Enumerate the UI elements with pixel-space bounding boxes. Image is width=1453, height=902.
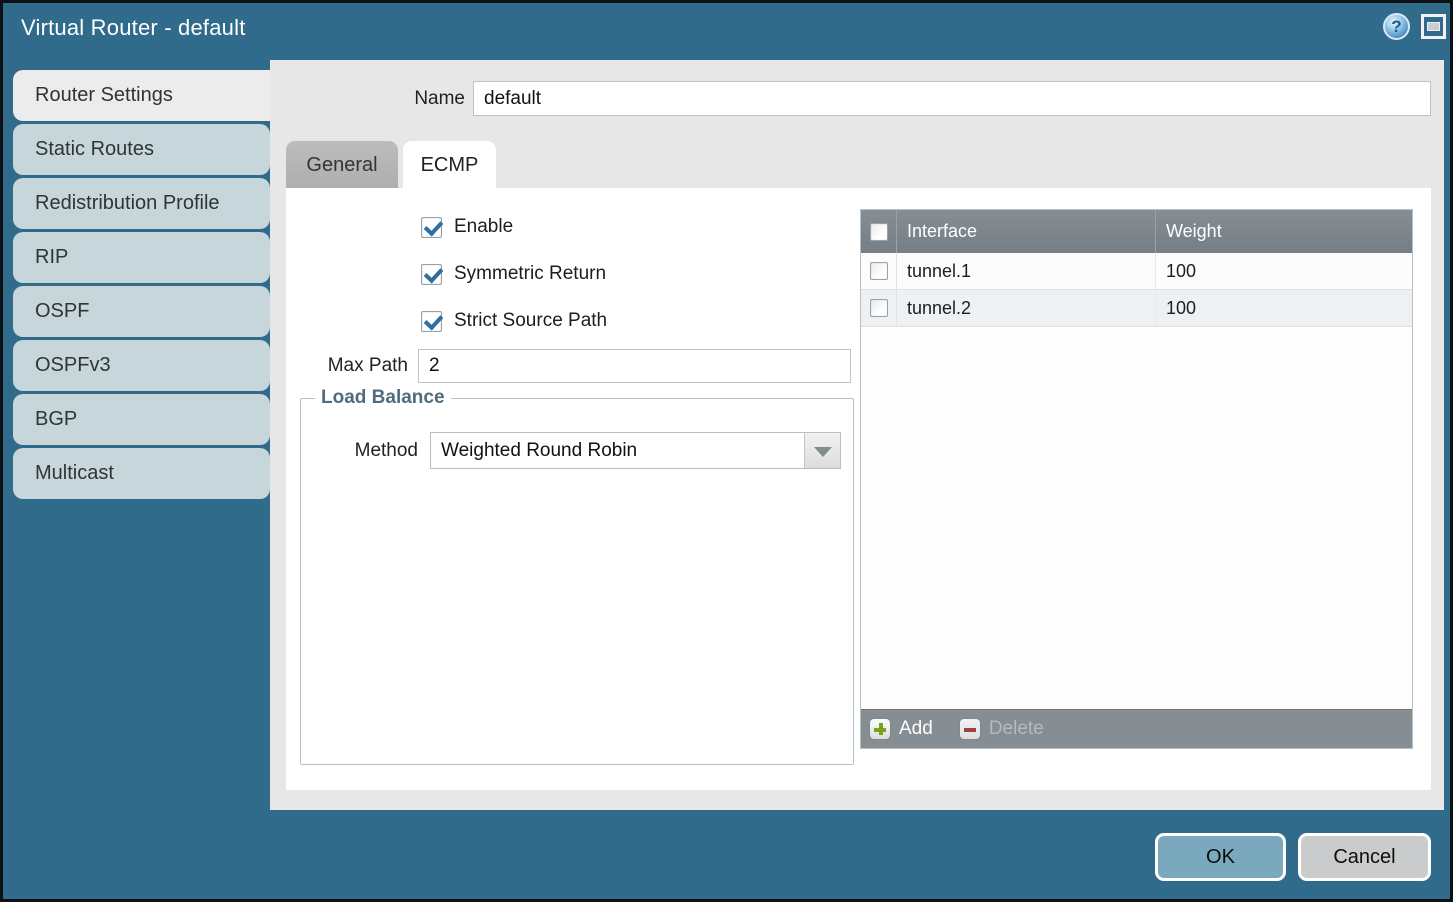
cancel-button[interactable]: Cancel [1298, 833, 1431, 881]
sidebar-item-redistribution-profile[interactable]: Redistribution Profile [13, 178, 270, 229]
row-cell-select [861, 290, 897, 326]
load-balance-legend: Load Balance [315, 387, 451, 409]
sidebar-item-label: Redistribution Profile [35, 192, 220, 215]
sidebar-item-multicast[interactable]: Multicast [13, 448, 270, 499]
row-checkbox[interactable] [870, 299, 888, 317]
row-cell-weight: 100 [1156, 290, 1412, 326]
symmetric-return-label: Symmetric Return [454, 263, 606, 285]
content-panel: Name General ECMP Enable Symmetric Retur… [270, 60, 1444, 810]
sidebar-item-ospfv3[interactable]: OSPFv3 [13, 340, 270, 391]
method-dropdown[interactable]: Weighted Round Robin [430, 432, 841, 469]
cancel-button-label: Cancel [1333, 846, 1395, 869]
minus-icon [959, 718, 981, 740]
sidebar-item-label: BGP [35, 408, 77, 431]
interface-table-header: Interface Weight [861, 210, 1412, 253]
sidebar-item-router-settings[interactable]: Router Settings [13, 70, 270, 121]
max-path-label: Max Path [296, 349, 408, 383]
tab-label: General [306, 154, 377, 177]
row-checkbox[interactable] [870, 262, 888, 280]
table-footer: Add Delete [861, 709, 1412, 748]
enable-label: Enable [454, 216, 513, 238]
sidebar-item-label: Router Settings [35, 84, 173, 107]
help-icon[interactable]: ? [1383, 13, 1410, 40]
header-cell-weight: Weight [1156, 210, 1412, 253]
ok-button[interactable]: OK [1155, 833, 1286, 881]
name-label: Name [370, 81, 465, 116]
interface-table: Interface Weight tunnel.1 100 tunnel.2 1… [860, 209, 1413, 749]
add-button-label: Add [899, 718, 933, 740]
sidebar-item-label: OSPF [35, 300, 89, 323]
table-row[interactable]: tunnel.2 100 [861, 290, 1412, 327]
enable-row: Enable [421, 215, 513, 239]
strict-source-path-row: Strict Source Path [421, 309, 607, 333]
window-restore-icon[interactable] [1421, 14, 1446, 39]
strict-source-path-label: Strict Source Path [454, 310, 607, 332]
delete-button[interactable]: Delete [959, 718, 1044, 740]
virtual-router-dialog: Virtual Router - default ? Router Settin… [0, 0, 1453, 902]
table-empty-area [861, 327, 1412, 709]
name-input[interactable] [473, 81, 1431, 116]
ok-button-label: OK [1206, 846, 1235, 869]
method-dropdown-value: Weighted Round Robin [441, 433, 637, 468]
add-button[interactable]: Add [869, 718, 933, 740]
tab-general[interactable]: General [286, 141, 398, 189]
sidebar-item-rip[interactable]: RIP [13, 232, 270, 283]
tab-ecmp[interactable]: ECMP [403, 141, 496, 189]
sidebar-item-label: RIP [35, 246, 68, 269]
row-cell-weight: 100 [1156, 253, 1412, 289]
window-restore-icon-inner [1427, 22, 1440, 31]
symmetric-return-checkbox[interactable] [421, 264, 442, 285]
sidebar-item-label: OSPFv3 [35, 354, 111, 377]
sidebar-item-bgp[interactable]: BGP [13, 394, 270, 445]
sidebar: Router Settings Static Routes Redistribu… [13, 70, 270, 502]
chevron-down-icon[interactable] [804, 433, 840, 468]
sidebar-item-ospf[interactable]: OSPF [13, 286, 270, 337]
ecmp-panel: Enable Symmetric Return Strict Source Pa… [286, 188, 1431, 790]
row-cell-interface: tunnel.1 [897, 253, 1156, 289]
header-cell-select [861, 210, 897, 253]
delete-button-label: Delete [989, 718, 1044, 740]
plus-icon [869, 718, 891, 740]
symmetric-return-row: Symmetric Return [421, 262, 606, 286]
max-path-input[interactable] [418, 349, 851, 383]
table-row[interactable]: tunnel.1 100 [861, 253, 1412, 290]
method-label: Method [316, 432, 418, 469]
select-all-checkbox[interactable] [870, 223, 888, 241]
sidebar-item-label: Multicast [35, 462, 114, 485]
sidebar-item-label: Static Routes [35, 138, 154, 161]
strict-source-path-checkbox[interactable] [421, 311, 442, 332]
dialog-title: Virtual Router - default [21, 15, 246, 41]
tab-label: ECMP [421, 154, 479, 177]
header-cell-interface: Interface [897, 210, 1156, 253]
row-cell-select [861, 253, 897, 289]
enable-checkbox[interactable] [421, 217, 442, 238]
row-cell-interface: tunnel.2 [897, 290, 1156, 326]
sidebar-item-static-routes[interactable]: Static Routes [13, 124, 270, 175]
